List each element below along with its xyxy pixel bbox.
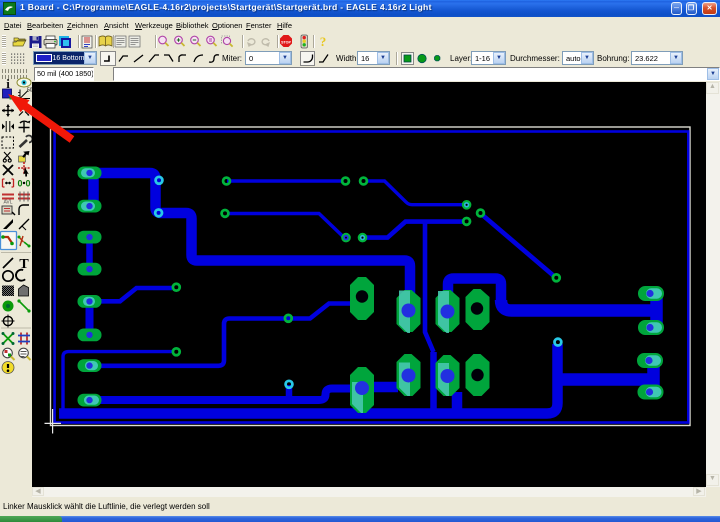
svg-text:0: 0: [26, 179, 31, 189]
svg-text:?: ?: [320, 34, 327, 49]
svg-text:AVL: AVL: [3, 200, 12, 206]
svg-text:0: 0: [18, 179, 23, 189]
svg-text:STOP: STOP: [281, 40, 291, 44]
